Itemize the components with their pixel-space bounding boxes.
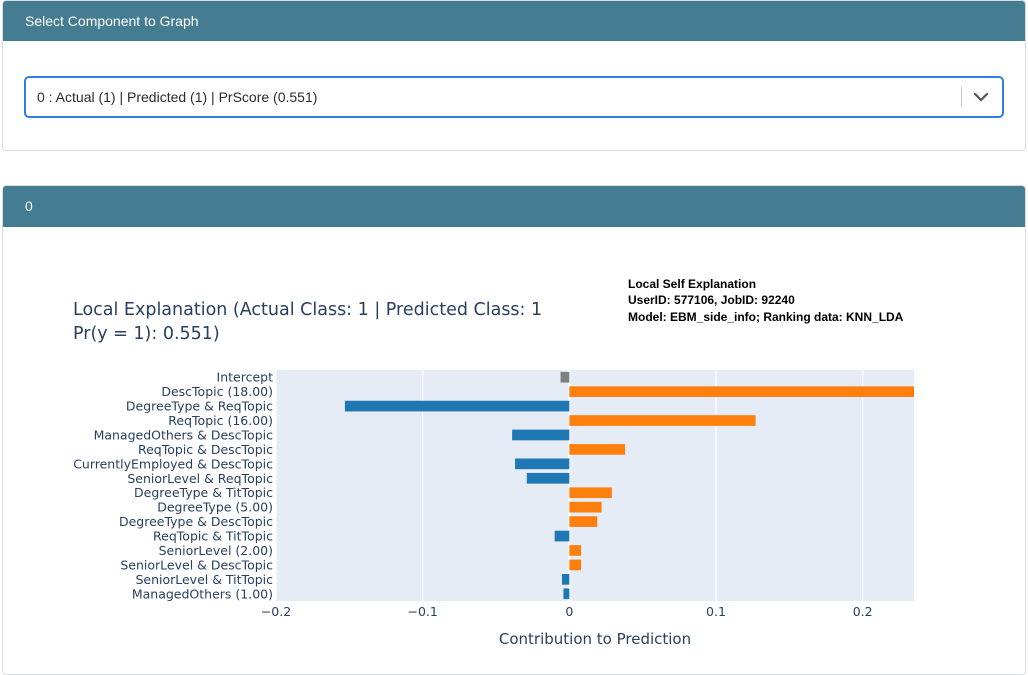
bar	[512, 429, 570, 441]
bar	[569, 444, 626, 455]
x-tick-label: 0.2	[853, 604, 873, 619]
x-tick-label: 0.1	[706, 604, 726, 619]
y-tick-label: ManagedOthers & DescTopic	[94, 427, 274, 442]
bar	[563, 588, 570, 600]
bar	[344, 400, 570, 412]
y-tick-label: ReqTopic (16.00)	[168, 413, 273, 428]
y-tick-label: SeniorLevel & DescTopic	[120, 557, 273, 572]
bar	[554, 530, 570, 542]
y-tick-label: DegreeType & ReqTopic	[126, 399, 273, 414]
bar	[569, 501, 602, 513]
chart-title-line-1: Local Explanation (Actual Class: 1 | Pre…	[73, 300, 542, 320]
y-tick-label: DescTopic (18.00)	[161, 384, 273, 399]
bar	[569, 559, 582, 571]
annotation-line-1: Local Self Explanation	[628, 277, 756, 291]
y-tick-label: DegreeType & DescTopic	[119, 514, 273, 529]
x-tick-label: −0.1	[407, 604, 437, 619]
bar	[569, 545, 582, 556]
annotation-line-2: UserID: 577106, JobID: 92240	[628, 293, 795, 307]
chart-title-line-2: Pr(y = 1): 0.551)	[73, 324, 220, 344]
y-tick-label: DegreeType (5.00)	[157, 500, 273, 515]
x-tick-label: −0.2	[261, 604, 291, 619]
x-tick-label: 0	[565, 604, 573, 619]
bar	[569, 487, 612, 499]
y-tick-label: ReqTopic & DescTopic	[138, 442, 273, 457]
y-tick-label: Intercept	[217, 370, 274, 385]
local-explanation-chart: Local Explanation (Actual Class: 1 | Pre…	[73, 277, 914, 648]
bar	[526, 472, 570, 484]
y-tick-label: SeniorLevel (2.00)	[159, 543, 273, 558]
y-tick-label: SeniorLevel & TitTopic	[135, 572, 273, 587]
annotation-line-3: Model: EBM_side_info; Ranking data: KNN_…	[628, 310, 904, 324]
bar	[569, 516, 598, 527]
bar	[569, 386, 914, 397]
x-axis-title: Contribution to Prediction	[499, 630, 691, 648]
y-tick-label: ManagedOthers (1.00)	[132, 586, 273, 601]
bar	[560, 371, 570, 383]
bar	[569, 415, 756, 426]
y-tick-label: CurrentlyEmployed & DescTopic	[73, 456, 273, 471]
y-tick-label: DegreeType & TitTopic	[134, 485, 273, 500]
y-tick-label: ReqTopic & TitTopic	[153, 529, 273, 544]
bar	[562, 574, 570, 585]
bar	[515, 458, 570, 470]
y-tick-label: SeniorLevel & ReqTopic	[127, 471, 273, 486]
